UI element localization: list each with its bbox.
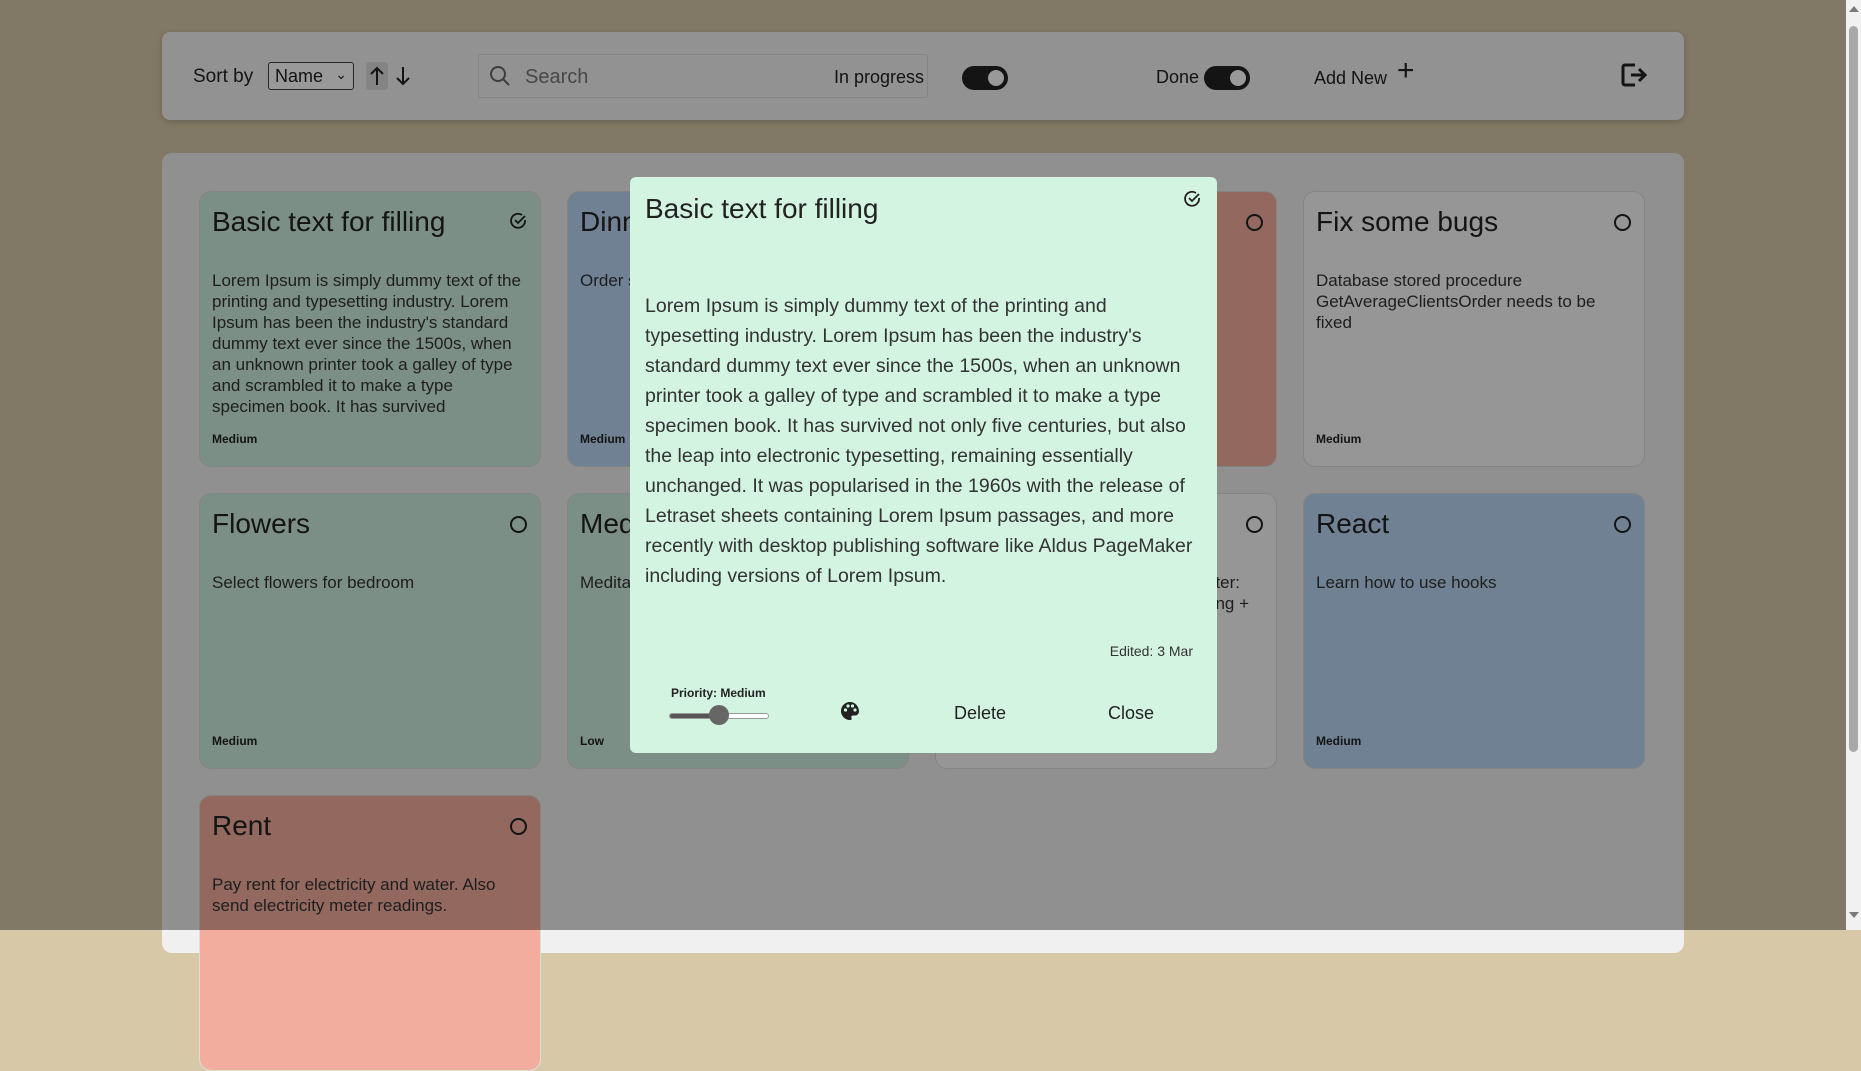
scrollbar[interactable] [1846,0,1861,930]
check-circle-icon[interactable] [1184,190,1202,208]
palette-icon[interactable] [840,701,860,721]
scroll-down-arrow-icon[interactable] [1849,912,1859,918]
task-detail-modal: Basic text for filling Lorem Ipsum is si… [630,177,1217,753]
modal-title: Basic text for filling [645,193,879,224]
modal-body[interactable]: Lorem Ipsum is simply dummy text of the … [645,291,1205,591]
priority-label: Priority: Medium [671,686,766,700]
scroll-up-arrow-icon[interactable] [1849,6,1859,12]
delete-button[interactable]: Delete [954,703,1006,724]
edited-date: Edited: 3 Mar [1109,643,1193,659]
close-button[interactable]: Close [1108,703,1154,724]
slider-thumb[interactable] [709,705,729,725]
scrollbar-thumb[interactable] [1849,26,1858,752]
